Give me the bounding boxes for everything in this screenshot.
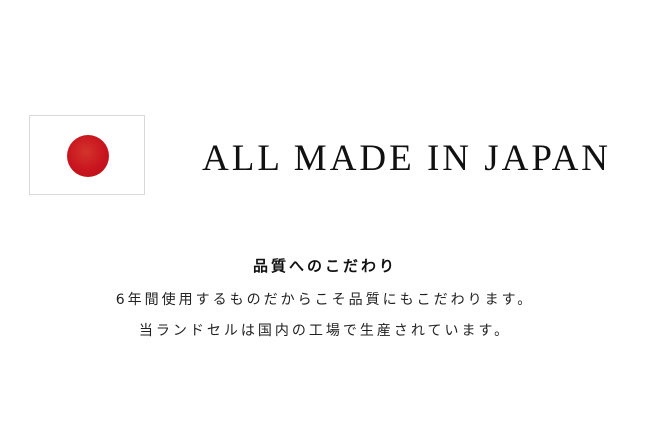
body-text-line-2: 当ランドセルは国内の工場で生産されています。: [138, 323, 512, 339]
flag-red-disc: [67, 135, 109, 177]
section-subtitle: 品質へのこだわり: [252, 257, 397, 275]
japan-flag-icon: [29, 115, 145, 195]
headline: ALL MADE IN JAPAN: [202, 138, 612, 179]
body-text-line-1: 6年間使用するものだからこそ品質にもこだわります。: [115, 292, 535, 308]
